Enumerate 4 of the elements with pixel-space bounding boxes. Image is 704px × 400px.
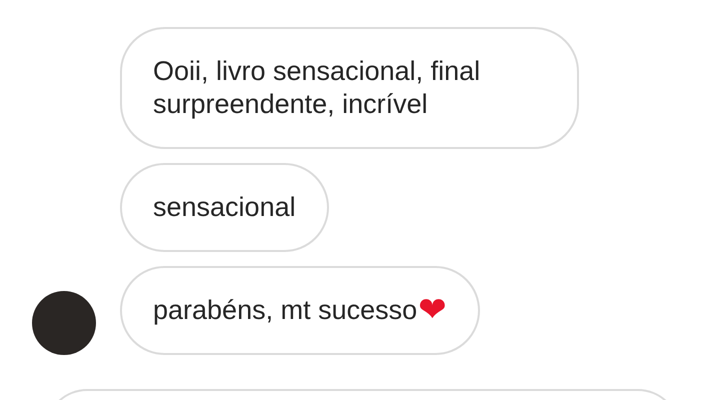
- message-text: sensacional: [153, 191, 296, 224]
- message-text: parabéns, mt sucesso: [153, 294, 418, 327]
- heart-emoji: ❤: [418, 294, 447, 327]
- message-text: Ooii, livro sensacional, final surpreendente, incrível: [153, 55, 482, 121]
